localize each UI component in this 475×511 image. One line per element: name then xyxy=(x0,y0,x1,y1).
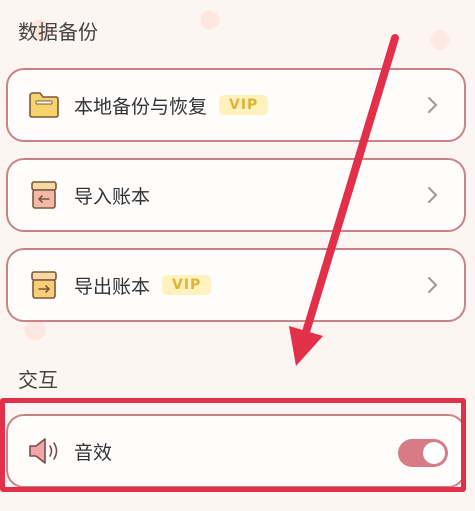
folder-icon xyxy=(24,85,64,125)
export-ledger-row[interactable]: 导出账本 VIP xyxy=(6,248,466,322)
local-backup-row[interactable]: 本地备份与恢复 VIP xyxy=(6,68,466,142)
import-ledger-row[interactable]: 导入账本 xyxy=(6,158,466,232)
chevron-right-icon xyxy=(422,184,444,206)
section-title-interaction: 交互 xyxy=(18,368,58,392)
import-box-icon xyxy=(24,175,64,215)
chevron-right-icon xyxy=(422,94,444,116)
local-backup-label: 本地备份与恢复 xyxy=(74,95,208,118)
import-ledger-label: 导入账本 xyxy=(74,185,151,208)
section-title-backup: 数据备份 xyxy=(18,20,98,44)
vip-badge: VIP xyxy=(219,95,269,115)
vip-badge: VIP xyxy=(162,275,212,295)
export-ledger-label: 导出账本 xyxy=(74,275,151,298)
export-box-icon xyxy=(24,265,64,305)
annotation-highlight-box xyxy=(0,398,466,492)
chevron-right-icon xyxy=(422,274,444,296)
